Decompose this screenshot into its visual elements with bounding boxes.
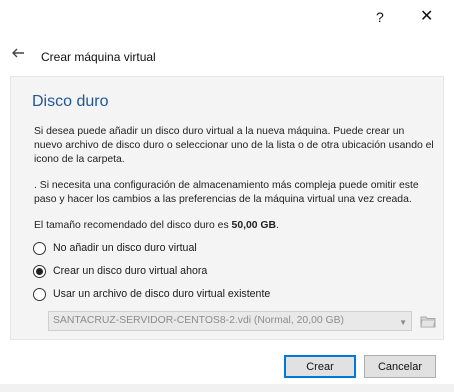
recommended-size-value: 50,00 GB xyxy=(231,220,277,231)
background-window-strip xyxy=(0,384,454,392)
option-create-disk[interactable]: Crear un disco duro virtual ahora xyxy=(33,263,207,279)
recommended-size-prefix: El tamaño recomendado del disco duro es xyxy=(34,220,229,231)
advanced-note-paragraph: . Si necesita una configuración de almac… xyxy=(34,180,419,205)
option-existing-disk-label: Usar un archivo de disco duro virtual ex… xyxy=(53,288,271,300)
option-create-disk-label: Crear un disco duro virtual ahora xyxy=(53,265,208,277)
wizard-title: Crear máquina virtual xyxy=(41,50,156,64)
create-button[interactable]: Crear xyxy=(284,355,356,378)
button-bar: Crear Cancelar xyxy=(0,340,454,384)
radio-existing-disk[interactable] xyxy=(33,287,46,301)
option-no-disk[interactable]: No añadir un disco duro virtual xyxy=(33,240,197,256)
page-title: Disco duro xyxy=(32,93,109,110)
option-no-disk-label: No añadir un disco duro virtual xyxy=(53,242,197,254)
existing-disk-select-value: SANTACRUZ-SERVIDOR-CENTOS8-2.vdi (Normal… xyxy=(53,315,344,326)
chevron-down-icon: ▼ xyxy=(399,318,407,327)
choose-disk-folder-button[interactable] xyxy=(418,311,438,331)
wizard-header: Crear máquina virtual xyxy=(0,36,454,76)
radio-no-disk[interactable] xyxy=(33,241,46,255)
radio-create-disk[interactable] xyxy=(33,264,46,278)
back-arrow-icon[interactable] xyxy=(10,45,26,61)
recommended-size-text: El tamaño recomendado del disco duro es … xyxy=(34,219,434,233)
recommended-size-suffix: . xyxy=(276,220,279,231)
help-button[interactable]: ? xyxy=(376,9,384,25)
option-existing-disk[interactable]: Usar un archivo de disco duro virtual ex… xyxy=(33,286,270,302)
existing-disk-select[interactable]: SANTACRUZ-SERVIDOR-CENTOS8-2.vdi (Normal… xyxy=(48,311,412,331)
description-paragraph: Si desea puede añadir un disco duro virt… xyxy=(34,126,434,165)
cancel-button[interactable]: Cancelar xyxy=(364,355,436,378)
folder-icon xyxy=(420,316,436,328)
close-button[interactable]: ✕ xyxy=(420,9,433,25)
radio-selected-dot xyxy=(36,267,43,275)
title-bar: ? ✕ xyxy=(0,0,454,34)
wizard-page: Disco duro Si desea puede añadir un disc… xyxy=(10,76,444,340)
